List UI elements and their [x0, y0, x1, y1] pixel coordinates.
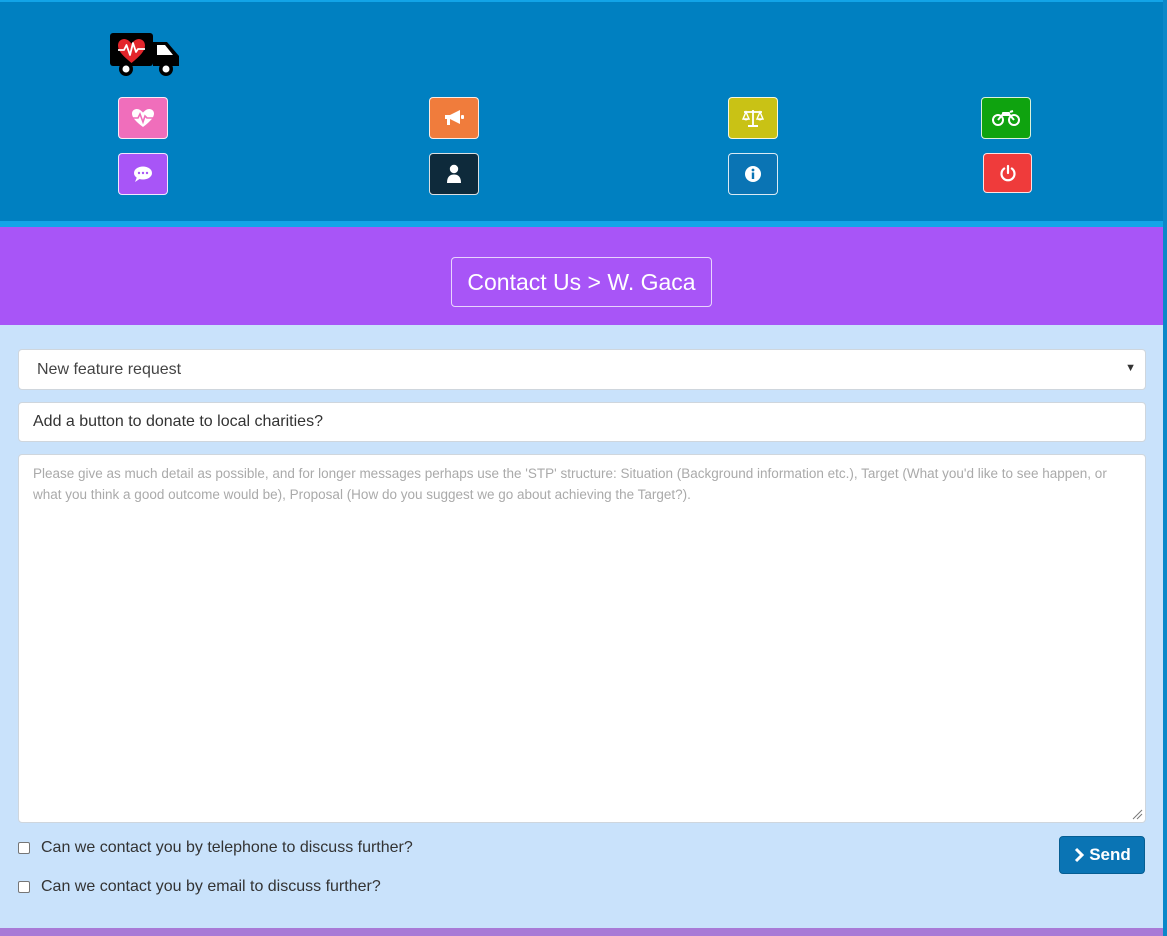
nav-info-button[interactable] [728, 153, 778, 195]
nav-logout-button[interactable] [983, 153, 1032, 193]
nav-profile-button[interactable] [429, 153, 479, 195]
message-textarea[interactable]: Please give as much detail as possible, … [18, 454, 1146, 823]
motorbike-icon [992, 110, 1020, 126]
subject-input[interactable]: Add a button to donate to local charitie… [18, 402, 1146, 442]
power-icon [999, 164, 1016, 182]
contact-email-row: Can we contact you by email to discuss f… [18, 877, 381, 897]
resize-grip-icon[interactable] [1131, 808, 1143, 820]
info-icon [745, 166, 761, 182]
footer-divider [0, 928, 1163, 936]
topic-select[interactable]: New feature request ▼ [18, 349, 1146, 390]
nav-motorbike-button[interactable] [981, 97, 1031, 139]
nav-legal-button[interactable] [728, 97, 778, 139]
contact-phone-row: Can we contact you by telephone to discu… [18, 838, 413, 858]
nav-announcements-button[interactable] [429, 97, 479, 139]
user-icon [447, 164, 461, 183]
scrollbar-edge [1163, 0, 1167, 936]
send-button[interactable]: Send [1059, 836, 1145, 874]
topic-select-value: New feature request [37, 360, 182, 378]
heartbeat-icon [132, 109, 154, 127]
subject-input-value: Add a button to donate to local charitie… [33, 413, 323, 430]
message-placeholder: Please give as much detail as possible, … [33, 466, 1107, 502]
megaphone-icon [445, 110, 464, 125]
ambulance-heart-icon[interactable] [109, 30, 181, 78]
contact-phone-label[interactable]: Can we contact you by telephone to discu… [41, 839, 413, 857]
dropdown-caret-icon: ▼ [1125, 362, 1136, 374]
contact-email-checkbox[interactable] [18, 881, 30, 893]
chevron-right-icon [1075, 847, 1085, 863]
scales-icon [741, 110, 765, 127]
nav-messages-button[interactable] [118, 153, 168, 195]
contact-phone-checkbox[interactable] [18, 842, 30, 854]
page-title: Contact Us > W. Gaca [451, 257, 712, 307]
send-button-label: Send [1089, 845, 1131, 864]
contact-email-label[interactable]: Can we contact you by email to discuss f… [41, 878, 381, 896]
chat-bubble-icon [134, 166, 152, 182]
nav-health-button[interactable] [118, 97, 168, 139]
